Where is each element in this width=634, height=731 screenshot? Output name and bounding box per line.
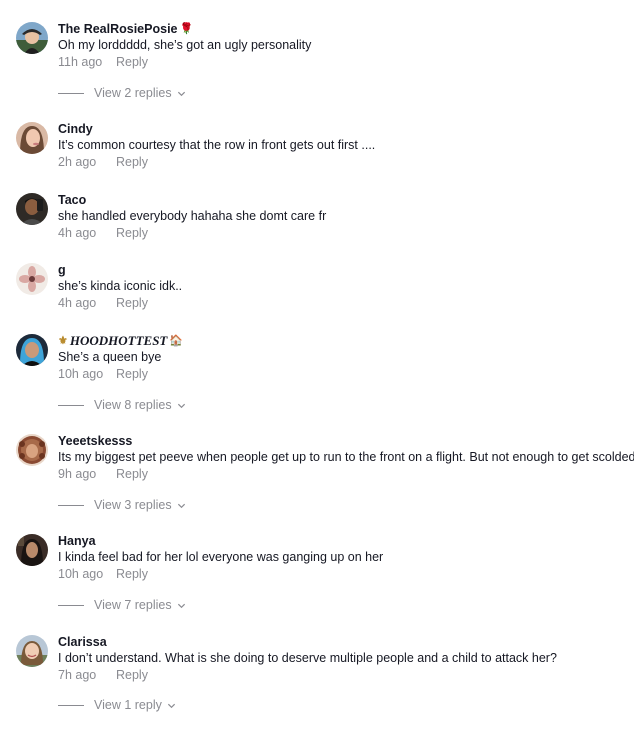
rose-icon: 🌹 <box>179 23 194 35</box>
avatar[interactable] <box>16 263 48 295</box>
chevron-down-icon <box>167 703 175 708</box>
avatar[interactable] <box>16 534 48 566</box>
chevron-down-icon <box>177 91 185 96</box>
reply-button[interactable]: Reply <box>116 295 148 311</box>
comment-text: I kinda feel bad for her lol everyone wa… <box>58 550 384 564</box>
divider-line <box>58 704 84 706</box>
reply-button[interactable]: Reply <box>116 54 148 70</box>
username[interactable]: Taco <box>58 192 630 208</box>
comment-timestamp: 2h ago <box>58 155 97 169</box>
comment-text: I don’t understand. What is she doing to… <box>58 651 557 665</box>
username-text: Hanya <box>58 534 96 548</box>
reply-button[interactable]: Reply <box>116 466 148 482</box>
chevron-down-icon <box>177 603 185 608</box>
chevron-down-icon <box>177 503 185 508</box>
username[interactable]: Cindy <box>58 121 630 137</box>
comment-text: Oh my lorddddd, she’s got an ugly person… <box>58 38 312 52</box>
username[interactable]: Clarissa <box>58 634 630 650</box>
view-replies-button[interactable]: View 3 replies <box>58 497 186 513</box>
divider-line <box>58 404 84 406</box>
view-replies-label: View 1 reply <box>94 698 162 712</box>
avatar[interactable] <box>16 434 48 466</box>
reply-button[interactable]: Reply <box>116 225 148 241</box>
reply-button[interactable]: Reply <box>116 667 148 683</box>
username[interactable]: Hanya <box>58 533 630 549</box>
view-replies-button[interactable]: View 2 replies <box>58 85 186 101</box>
divider-line <box>58 504 84 506</box>
comment-text: she’s kinda iconic idk.. <box>58 279 183 293</box>
view-replies-button[interactable]: View 1 reply <box>58 697 176 713</box>
comment-text: Its my biggest pet peeve when people get… <box>58 450 634 464</box>
view-replies-label: View 7 replies <box>94 598 172 612</box>
avatar[interactable] <box>16 635 48 667</box>
avatar[interactable] <box>16 334 48 366</box>
avatar[interactable] <box>16 122 48 154</box>
comment-timestamp: 11h ago <box>58 55 103 69</box>
username-text: Cindy <box>58 122 93 136</box>
comment-timestamp: 4h ago <box>58 226 97 240</box>
username-text: g <box>58 263 66 277</box>
divider-line <box>58 604 84 606</box>
view-replies-label: View 3 replies <box>94 498 172 512</box>
comment-timestamp: 10h ago <box>58 567 104 581</box>
comment-timestamp: 10h ago <box>58 367 104 381</box>
comment-text: she handled everybody hahaha she domt ca… <box>58 209 327 223</box>
comment-timestamp: 7h ago <box>58 668 97 682</box>
avatar[interactable] <box>16 193 48 225</box>
username[interactable]: g <box>58 262 630 278</box>
reply-button[interactable]: Reply <box>116 566 148 582</box>
comment-list: The RealRosiePosie 🌹 Oh my lorddddd, she… <box>0 0 634 731</box>
username-text: Taco <box>58 193 87 207</box>
view-replies-button[interactable]: View 7 replies <box>58 597 186 613</box>
comment-text: She’s a queen bye <box>58 350 162 364</box>
username[interactable]: The RealRosiePosie 🌹 <box>58 21 630 37</box>
divider-line <box>58 92 84 94</box>
comment-timestamp: 4h ago <box>58 296 97 310</box>
comment-text: It’s common courtesy that the row in fro… <box>58 138 376 152</box>
username-text: HOODHOTTEST <box>69 333 168 348</box>
chevron-down-icon <box>177 403 185 408</box>
username[interactable]: Yeeetskesss <box>58 433 630 449</box>
view-replies-label: View 8 replies <box>94 398 172 412</box>
username-text: Yeeetskesss <box>58 434 133 448</box>
reply-button[interactable]: Reply <box>116 154 148 170</box>
comment-timestamp: 9h ago <box>58 467 97 481</box>
house-icon: 🏠 <box>169 335 184 347</box>
fleur-de-lis-icon: ⚜ <box>58 335 68 347</box>
view-replies-button[interactable]: View 8 replies <box>58 397 186 413</box>
reply-button[interactable]: Reply <box>116 366 148 382</box>
view-replies-label: View 2 replies <box>94 86 172 100</box>
username-text: Clarissa <box>58 635 107 649</box>
avatar[interactable] <box>16 22 48 54</box>
username-text: The RealRosiePosie <box>58 22 178 36</box>
username[interactable]: ⚜ HOODHOTTEST 🏠 <box>58 333 630 349</box>
